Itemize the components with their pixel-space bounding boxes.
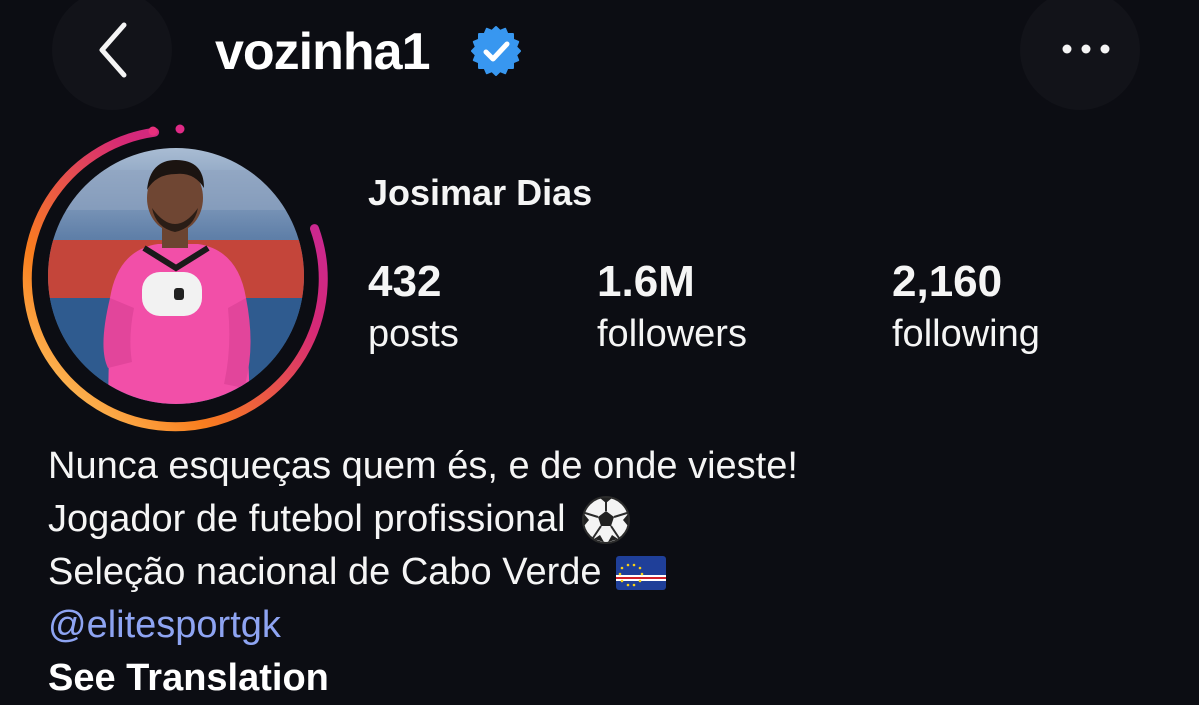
bio-line-motto: Nunca esqueças quem és, e de onde vieste… — [48, 445, 798, 487]
followers-label: followers — [597, 313, 747, 355]
posts-label: posts — [368, 313, 459, 355]
bio-mention-link[interactable]: @elitesportgk — [48, 599, 1168, 652]
profile-avatar[interactable] — [48, 148, 304, 404]
chevron-left-icon[interactable] — [92, 20, 132, 80]
bio-national-team-text: Seleção nacional de Cabo Verde — [48, 551, 602, 593]
soccer-ball-icon — [581, 495, 630, 544]
profile-bio: Nunca esqueças quem és, e de onde vieste… — [48, 440, 1168, 705]
bio-occupation-text: Jogador de futebol profissional — [48, 498, 566, 540]
followers-stat[interactable]: 1.6M followers — [597, 254, 747, 358]
following-count: 2,160 — [892, 257, 1003, 306]
posts-count: 432 — [368, 257, 442, 306]
cape-verde-flag-icon — [615, 555, 666, 590]
more-options-button[interactable] — [1020, 0, 1140, 110]
see-translation-button[interactable]: See Translation — [48, 652, 1168, 705]
following-label: following — [892, 313, 1040, 355]
posts-stat[interactable]: 432 posts — [368, 254, 459, 358]
followers-count: 1.6M — [597, 257, 695, 306]
profile-username: vozinha1 — [215, 23, 430, 81]
bio-line-national-team: Seleção nacional de Cabo Verde — [48, 546, 1168, 599]
more-horizontal-icon[interactable] — [1060, 43, 1112, 55]
verified-badge-icon — [471, 26, 521, 76]
profile-full-name: Josimar Dias — [368, 172, 593, 213]
bio-line-occupation: Jogador de futebol profissional — [48, 493, 1168, 546]
following-stat[interactable]: 2,160 following — [892, 254, 1040, 358]
